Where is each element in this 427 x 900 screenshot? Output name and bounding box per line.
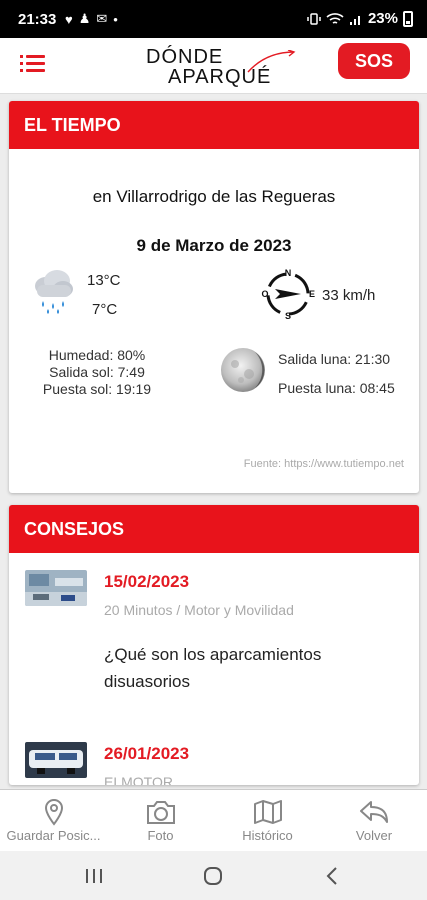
- notification-icon: ♟: [78, 11, 91, 26]
- sunrise: Salida sol: 7:49: [49, 364, 145, 380]
- weather-source-link[interactable]: Fuente: https://www.tutiempo.net: [244, 458, 404, 470]
- advice-card: CONSEJOS 15/02/2023 20 Minutos / Motor y…: [9, 505, 419, 785]
- advice-card-title: CONSEJOS: [9, 505, 419, 553]
- status-time: 21:33: [18, 11, 57, 28]
- temp-max: 13°C: [87, 272, 121, 289]
- status-right: 23%: [307, 10, 413, 27]
- compass-e: E: [309, 289, 315, 299]
- compass-s: S: [285, 311, 291, 321]
- dot-icon: •: [113, 11, 118, 27]
- compass-n: N: [285, 268, 292, 278]
- compass-o: O: [261, 289, 268, 299]
- battery-percent: 23%: [367, 10, 398, 27]
- nav-save-position-label: Guardar Posic...: [6, 828, 101, 843]
- moon-icon: [221, 348, 265, 392]
- sun-info: Humedad: 80% Salida sol: 7:49 Puesta sol…: [23, 347, 171, 398]
- home-icon[interactable]: [201, 864, 225, 888]
- wind-compass-icon: N S E O: [261, 268, 315, 321]
- news-date: 15/02/2023: [104, 572, 190, 591]
- heart-icon: ♥: [65, 11, 73, 27]
- wind-speed: 33 km/h: [322, 287, 376, 304]
- camera-icon: [146, 801, 175, 824]
- temp-min: 7°C: [92, 301, 118, 318]
- recent-apps-icon[interactable]: [82, 864, 106, 888]
- news-date: 26/01/2023: [104, 744, 190, 763]
- app-header: DÓNDE APARQUÉ SOS: [0, 38, 427, 94]
- mail-icon: ✉: [96, 11, 108, 26]
- nav-save-position[interactable]: Guardar Posic...: [0, 790, 107, 852]
- moonrise: Salida luna: 21:30: [278, 351, 391, 367]
- nav-history-label: Histórico: [242, 828, 293, 843]
- rain-cloud-icon: [35, 270, 73, 314]
- nav-history[interactable]: Histórico: [214, 790, 321, 852]
- sunset: Puesta sol: 19:19: [42, 381, 152, 397]
- app-logo: DÓNDE APARQUÉ: [146, 44, 296, 88]
- signal-icon: [349, 15, 360, 25]
- news-thumbnail: [25, 742, 87, 778]
- status-bar: 21:33 ♥ ♟ ✉ • 23%: [0, 0, 427, 38]
- weather-card-title: EL TIEMPO: [9, 101, 419, 149]
- vibrate-icon: [307, 12, 321, 25]
- bottom-nav: Guardar Posic... Foto Histórico Volver: [0, 789, 427, 851]
- location-pin-icon: [44, 798, 63, 826]
- nav-photo-label: Foto: [147, 828, 174, 843]
- back-arrow-icon: [360, 801, 388, 823]
- weather-date: 9 de Marzo de 2023: [136, 236, 292, 255]
- nav-photo[interactable]: Foto: [107, 790, 214, 852]
- sos-button[interactable]: SOS: [338, 43, 410, 79]
- news-title: ¿Qué son los aparcamientos disuasorios: [104, 645, 322, 691]
- menu-icon: [20, 55, 23, 58]
- wifi-icon: [326, 12, 344, 24]
- logo-signal-icon: [247, 50, 296, 73]
- nav-back[interactable]: Volver: [321, 790, 427, 852]
- menu-button[interactable]: [20, 52, 46, 74]
- weather-place: en Villarrodrigo de las Regueras: [92, 187, 336, 206]
- system-back-icon[interactable]: [321, 864, 345, 888]
- system-nav-bar: [0, 851, 427, 900]
- news-thumbnail: [25, 570, 87, 606]
- moonset: Puesta luna: 08:45: [278, 380, 395, 396]
- humidity: Humedad: 80%: [48, 347, 146, 363]
- news-source: ELMOTOR: [104, 774, 173, 785]
- news-source: 20 Minutos / Motor y Movilidad: [104, 602, 294, 618]
- battery-icon: [403, 10, 413, 27]
- map-icon: [253, 800, 282, 824]
- nav-back-label: Volver: [355, 828, 393, 843]
- notification-icons: ♥ ♟ ✉ •: [65, 11, 118, 27]
- weather-card: EL TIEMPO en Villarrodrigo de las Reguer…: [9, 101, 419, 493]
